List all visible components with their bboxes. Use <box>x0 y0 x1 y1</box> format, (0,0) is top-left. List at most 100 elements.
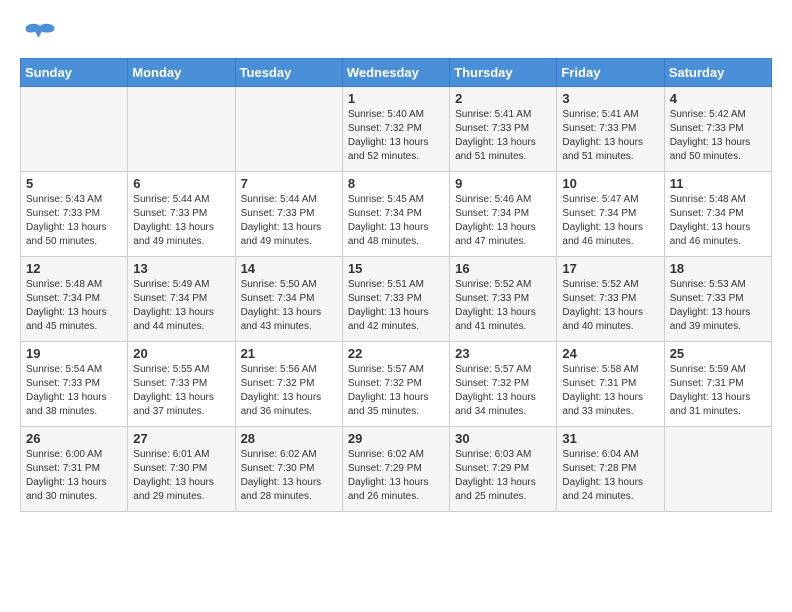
calendar-cell: 16Sunrise: 5:52 AMSunset: 7:33 PMDayligh… <box>450 257 557 342</box>
day-info: Sunrise: 5:48 AMSunset: 7:34 PMDaylight:… <box>26 278 122 334</box>
day-info: Sunrise: 6:01 AMSunset: 7:30 PMDaylight:… <box>133 448 229 504</box>
day-number: 12 <box>26 261 122 276</box>
day-info: Sunrise: 5:57 AMSunset: 7:32 PMDaylight:… <box>455 363 551 419</box>
day-header-monday: Monday <box>128 59 235 87</box>
day-info: Sunrise: 5:53 AMSunset: 7:33 PMDaylight:… <box>670 278 766 334</box>
calendar-cell: 13Sunrise: 5:49 AMSunset: 7:34 PMDayligh… <box>128 257 235 342</box>
day-number: 31 <box>562 431 658 446</box>
day-number: 30 <box>455 431 551 446</box>
day-info: Sunrise: 6:03 AMSunset: 7:29 PMDaylight:… <box>455 448 551 504</box>
day-number: 25 <box>670 346 766 361</box>
calendar-cell: 30 Sunrise: 6:03 AMSunset: 7:29 PMDayligh… <box>450 427 557 512</box>
day-number: 18 <box>670 261 766 276</box>
day-info: Sunrise: 5:56 AMSunset: 7:32 PMDaylight:… <box>241 363 337 419</box>
calendar-cell: 7Sunrise: 5:44 AMSunset: 7:33 PMDaylight… <box>235 172 342 257</box>
day-number: 16 <box>455 261 551 276</box>
calendar-cell: 15 Sunrise: 5:51 AMSunset: 7:33 PMDayligh… <box>342 257 449 342</box>
calendar-cell: 10 Sunrise: 5:47 AMSunset: 7:34 PMDayligh… <box>557 172 664 257</box>
day-number: 23 <box>455 346 551 361</box>
calendar-cell: 28Sunrise: 6:02 AMSunset: 7:30 PMDayligh… <box>235 427 342 512</box>
calendar-cell <box>128 87 235 172</box>
day-info: Sunrise: 5:42 AMSunset: 7:33 PMDaylight:… <box>670 108 766 164</box>
day-number: 7 <box>241 176 337 191</box>
calendar-cell: 25Sunrise: 5:59 AMSunset: 7:31 PMDayligh… <box>664 342 771 427</box>
day-number: 3 <box>562 91 658 106</box>
calendar-cell: 31 Sunrise: 6:04 AMSunset: 7:28 PMDayligh… <box>557 427 664 512</box>
day-header-wednesday: Wednesday <box>342 59 449 87</box>
day-header-saturday: Saturday <box>664 59 771 87</box>
day-info: Sunrise: 5:40 AMSunset: 7:32 PMDaylight:… <box>348 108 444 164</box>
calendar-cell: 22Sunrise: 5:57 AMSunset: 7:32 PMDayligh… <box>342 342 449 427</box>
day-info: Sunrise: 6:04 AMSunset: 7:28 PMDaylight:… <box>562 448 658 504</box>
calendar-cell: 14 Sunrise: 5:50 AMSunset: 7:34 PMDayligh… <box>235 257 342 342</box>
calendar-cell: 18 Sunrise: 5:53 AMSunset: 7:33 PMDayligh… <box>664 257 771 342</box>
calendar-table: SundayMondayTuesdayWednesdayThursdayFrid… <box>20 58 772 512</box>
calendar-cell: 27 Sunrise: 6:01 AMSunset: 7:30 PMDayligh… <box>128 427 235 512</box>
day-number: 14 <box>241 261 337 276</box>
calendar-week-2: 5 Sunrise: 5:43 AMSunset: 7:33 PMDaylight… <box>21 172 772 257</box>
day-header-thursday: Thursday <box>450 59 557 87</box>
day-header-friday: Friday <box>557 59 664 87</box>
calendar-cell <box>21 87 128 172</box>
logo-bird-icon <box>24 20 56 52</box>
day-number: 19 <box>26 346 122 361</box>
calendar-week-3: 12 Sunrise: 5:48 AMSunset: 7:34 PMDayligh… <box>21 257 772 342</box>
day-number: 17 <box>562 261 658 276</box>
calendar-cell: 21 Sunrise: 5:56 AMSunset: 7:32 PMDayligh… <box>235 342 342 427</box>
day-number: 22 <box>348 346 444 361</box>
day-number: 24 <box>562 346 658 361</box>
day-number: 21 <box>241 346 337 361</box>
day-info: Sunrise: 5:52 AMSunset: 7:33 PMDaylight:… <box>562 278 658 334</box>
calendar-cell: 29 Sunrise: 6:02 AMSunset: 7:29 PMDayligh… <box>342 427 449 512</box>
calendar-cell: 17 Sunrise: 5:52 AMSunset: 7:33 PMDayligh… <box>557 257 664 342</box>
day-number: 29 <box>348 431 444 446</box>
day-header-sunday: Sunday <box>21 59 128 87</box>
day-info: Sunrise: 6:00 AMSunset: 7:31 PMDaylight:… <box>26 448 122 504</box>
calendar-week-1: 1Sunrise: 5:40 AMSunset: 7:32 PMDaylight… <box>21 87 772 172</box>
calendar-cell: 8 Sunrise: 5:45 AMSunset: 7:34 PMDaylight… <box>342 172 449 257</box>
day-number: 15 <box>348 261 444 276</box>
calendar-cell: 12 Sunrise: 5:48 AMSunset: 7:34 PMDayligh… <box>21 257 128 342</box>
day-info: Sunrise: 5:41 AMSunset: 7:33 PMDaylight:… <box>562 108 658 164</box>
day-number: 11 <box>670 176 766 191</box>
day-number: 10 <box>562 176 658 191</box>
calendar-cell: 3 Sunrise: 5:41 AMSunset: 7:33 PMDaylight… <box>557 87 664 172</box>
calendar-cell: 1Sunrise: 5:40 AMSunset: 7:32 PMDaylight… <box>342 87 449 172</box>
calendar-week-4: 19 Sunrise: 5:54 AMSunset: 7:33 PMDayligh… <box>21 342 772 427</box>
day-number: 9 <box>455 176 551 191</box>
day-info: Sunrise: 5:55 AMSunset: 7:33 PMDaylight:… <box>133 363 229 419</box>
calendar-cell: 9 Sunrise: 5:46 AMSunset: 7:34 PMDaylight… <box>450 172 557 257</box>
day-info: Sunrise: 5:58 AMSunset: 7:31 PMDaylight:… <box>562 363 658 419</box>
logo <box>20 20 52 52</box>
calendar-cell: 4 Sunrise: 5:42 AMSunset: 7:33 PMDaylight… <box>664 87 771 172</box>
day-info: Sunrise: 5:54 AMSunset: 7:33 PMDaylight:… <box>26 363 122 419</box>
day-info: Sunrise: 6:02 AMSunset: 7:29 PMDaylight:… <box>348 448 444 504</box>
day-number: 26 <box>26 431 122 446</box>
day-number: 2 <box>455 91 551 106</box>
calendar-cell: 5 Sunrise: 5:43 AMSunset: 7:33 PMDaylight… <box>21 172 128 257</box>
calendar-cell: 19 Sunrise: 5:54 AMSunset: 7:33 PMDayligh… <box>21 342 128 427</box>
day-info: Sunrise: 5:51 AMSunset: 7:33 PMDaylight:… <box>348 278 444 334</box>
day-info: Sunrise: 5:43 AMSunset: 7:33 PMDaylight:… <box>26 193 122 249</box>
day-number: 4 <box>670 91 766 106</box>
page-header <box>20 20 772 52</box>
day-info: Sunrise: 5:50 AMSunset: 7:34 PMDaylight:… <box>241 278 337 334</box>
calendar-cell: 24 Sunrise: 5:58 AMSunset: 7:31 PMDayligh… <box>557 342 664 427</box>
calendar-cell: 20Sunrise: 5:55 AMSunset: 7:33 PMDayligh… <box>128 342 235 427</box>
day-number: 27 <box>133 431 229 446</box>
calendar-cell: 26 Sunrise: 6:00 AMSunset: 7:31 PMDayligh… <box>21 427 128 512</box>
day-number: 8 <box>348 176 444 191</box>
day-number: 6 <box>133 176 229 191</box>
day-info: Sunrise: 5:46 AMSunset: 7:34 PMDaylight:… <box>455 193 551 249</box>
day-header-tuesday: Tuesday <box>235 59 342 87</box>
day-number: 13 <box>133 261 229 276</box>
day-info: Sunrise: 5:47 AMSunset: 7:34 PMDaylight:… <box>562 193 658 249</box>
day-info: Sunrise: 5:45 AMSunset: 7:34 PMDaylight:… <box>348 193 444 249</box>
calendar-cell: 2Sunrise: 5:41 AMSunset: 7:33 PMDaylight… <box>450 87 557 172</box>
calendar-week-5: 26 Sunrise: 6:00 AMSunset: 7:31 PMDayligh… <box>21 427 772 512</box>
day-info: Sunrise: 5:44 AMSunset: 7:33 PMDaylight:… <box>133 193 229 249</box>
calendar-cell: 6 Sunrise: 5:44 AMSunset: 7:33 PMDaylight… <box>128 172 235 257</box>
day-number: 28 <box>241 431 337 446</box>
day-number: 5 <box>26 176 122 191</box>
calendar-cell <box>664 427 771 512</box>
